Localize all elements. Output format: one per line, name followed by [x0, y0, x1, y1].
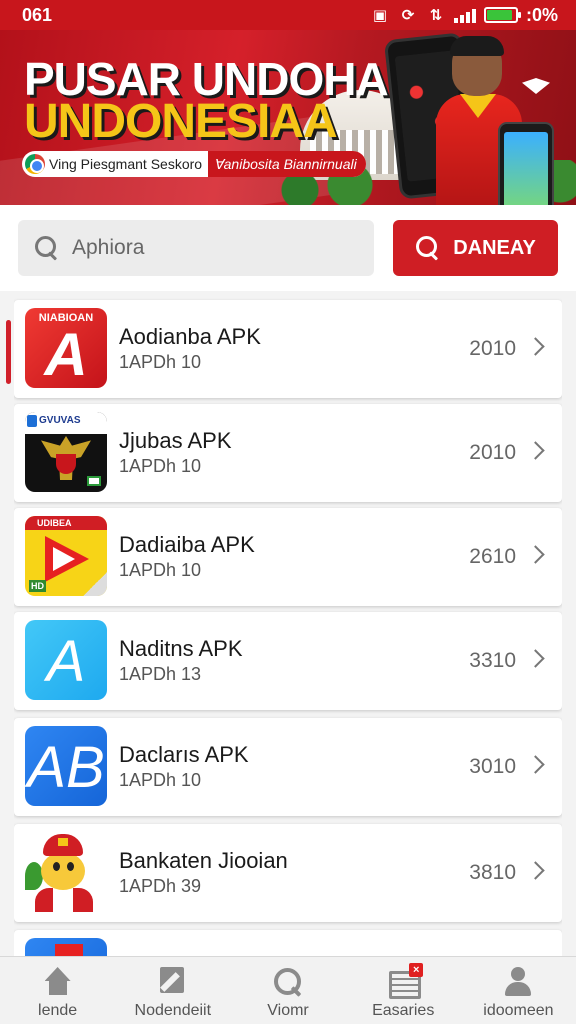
nav-label: Nodendeiit [134, 1002, 212, 1019]
app-name: Bankaten Jiooian [119, 848, 288, 873]
hd-badge: HD [29, 580, 46, 592]
app-icon-glyph: A [44, 321, 88, 388]
app-icon-glyph: A [46, 629, 86, 694]
nav-label: Viomr [267, 1002, 309, 1019]
search-icon [34, 235, 60, 261]
app-size: 2010 [469, 337, 516, 360]
chevron-right-icon [526, 861, 545, 880]
list-item[interactable]: AB Daclarıs APK 1APDh 10 3010 [14, 718, 562, 816]
app-list: NIABIOAN A Aodianba APK 1APDh 10 2010 GV… [14, 298, 562, 958]
app-icon-title: UDIBEA [25, 516, 107, 530]
banner-title-line2: UNDONESIAA [24, 95, 338, 148]
blue-ab-icon: AB [25, 726, 107, 806]
app-name: Dadiaiba APK [119, 532, 255, 557]
scroll-indicator [6, 320, 11, 384]
search-button-label: DANEAY [453, 236, 536, 259]
banner-logo [516, 78, 556, 108]
banner-subtitle-bar: Ving Piesgmant Seskoro ꓯanibosita Bianni… [22, 151, 366, 177]
banner-subtitle-right: ꓯanibosita Biannirnuali [208, 151, 366, 177]
app-meta: 1APDh 10 [119, 352, 202, 372]
phone-small-illustration [498, 122, 554, 205]
app-meta: 1APDh 39 [119, 876, 202, 896]
app-icon-glyph: AB [27, 735, 105, 800]
list-item[interactable] [14, 930, 562, 958]
app-name: Daclarıs APK [119, 742, 249, 767]
app-meta: 1APDh 10 [119, 770, 202, 790]
app-meta: 1APDh 10 [119, 560, 202, 580]
signal-icon [453, 7, 476, 23]
chevron-right-icon [526, 649, 545, 668]
notification-icon: ▣ [372, 7, 388, 24]
cyan-a-icon: A [25, 620, 107, 700]
app-icon-title: GVUVAS [25, 412, 107, 434]
banner-subtitle-left: Ving Piesgmant Seskoro [49, 156, 203, 172]
nav-label: idoomeen [483, 1002, 554, 1019]
app-size: 3810 [469, 861, 516, 884]
chevron-right-icon [526, 755, 545, 774]
search-icon [415, 235, 441, 261]
browser-icon [25, 154, 45, 174]
mascot-icon [25, 832, 107, 912]
nav-label: Easaries [372, 1002, 435, 1019]
nav-item-news[interactable]: × Easaries [346, 957, 461, 1024]
app-meta: 1APDh 10 [119, 456, 202, 476]
user-icon [502, 967, 534, 997]
data-icon: ⇅ [429, 7, 443, 24]
battery-percent: :0% [525, 4, 558, 25]
nav-item-profile[interactable]: idoomeen [461, 957, 576, 1024]
app-icon [25, 938, 107, 958]
list-item[interactable]: UDIBEA HD Dadiaiba APK 1APDh 10 2610 [14, 508, 562, 606]
search-icon [273, 967, 303, 997]
list-item[interactable]: A Naditns APK 1APDh 13 3310 [14, 612, 562, 710]
chevron-right-icon [526, 337, 545, 356]
news-icon: × [387, 963, 424, 999]
red-a-icon: NIABIOAN A [25, 308, 107, 388]
app-meta: 1APDh 13 [119, 664, 202, 684]
nav-item-edit[interactable]: Nodendeiit [115, 957, 230, 1024]
app-size: 3010 [469, 755, 516, 778]
status-icons: ▣ ⟳ ⇅ :0% [370, 5, 558, 26]
nav-item-search[interactable]: Viomr [230, 957, 345, 1024]
home-icon [42, 967, 74, 997]
search-box[interactable] [18, 220, 374, 276]
nav-item-home[interactable]: lende [0, 957, 115, 1024]
search-button[interactable]: DANEAY [393, 220, 558, 276]
sync-icon: ⟳ [401, 7, 415, 24]
list-item[interactable]: NIABIOAN A Aodianba APK 1APDh 10 2010 [14, 300, 562, 398]
play-icon: UDIBEA HD [25, 516, 107, 596]
notification-badge: × [409, 963, 424, 977]
chevron-right-icon [526, 441, 545, 460]
list-item[interactable]: Bankaten Jiooian 1APDh 39 3810 [14, 824, 562, 922]
app-name: Jjubas APK [119, 428, 232, 453]
nav-label: lende [38, 1002, 78, 1019]
edit-icon [157, 967, 189, 997]
bottom-nav: lende Nodendeiit Viomr × Easaries idoome… [0, 956, 576, 1024]
app-name: Naditns APK [119, 636, 243, 661]
status-bar: 061 ▣ ⟳ ⇅ :0% [0, 0, 576, 30]
eagle-emblem-icon: GVUVAS [25, 412, 107, 492]
app-size: 2010 [469, 441, 516, 464]
app-size: 3310 [469, 649, 516, 672]
search-input[interactable] [72, 236, 352, 260]
list-item[interactable]: GVUVAS Jjubas APK 1APDh 10 2010 [14, 404, 562, 502]
search-row: DANEAY [0, 205, 576, 291]
chevron-right-icon [526, 545, 545, 564]
battery-icon [483, 7, 521, 23]
app-name: Aodianba APK [119, 324, 261, 349]
promo-banner[interactable]: PUSAR UNDOHAN UNDONESIAA Ving Piesgmant … [0, 30, 576, 205]
status-time: 061 [22, 4, 53, 25]
app-size: 2610 [469, 545, 516, 568]
